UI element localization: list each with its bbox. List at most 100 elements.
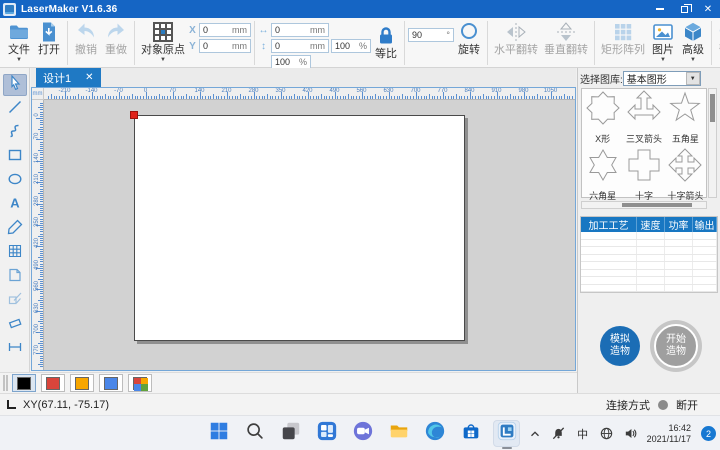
close-button[interactable]: ✕ <box>696 0 720 18</box>
color-swatch-red[interactable] <box>41 374 65 392</box>
canvas-viewport[interactable]: mm -210-140-7007014021028035042049056063… <box>31 87 576 371</box>
notification-badge[interactable]: 2 <box>701 426 716 441</box>
color-swatch-black[interactable] <box>12 374 36 392</box>
origin-handle[interactable] <box>130 111 138 119</box>
shape-item-three-way-arrow[interactable]: 三叉箭头 <box>623 89 664 146</box>
dimension-tool-button[interactable] <box>3 338 27 360</box>
taskbar-app-search[interactable] <box>241 420 268 447</box>
ruler-label: 70 <box>169 88 176 94</box>
speaker-icon[interactable] <box>623 426 639 442</box>
shape-item-cross[interactable]: 十字 <box>623 146 664 203</box>
gallery-horizontal-scrollbar[interactable] <box>581 201 707 209</box>
tab-close-icon[interactable]: ✕ <box>85 72 93 83</box>
undo-button[interactable]: 撤销 <box>71 20 101 57</box>
taskbar-app-start[interactable] <box>205 420 232 447</box>
y-input[interactable]: 0mm <box>199 39 251 53</box>
process-table-row[interactable] <box>581 285 717 293</box>
process-table-cell <box>693 255 717 262</box>
process-table-row[interactable] <box>581 247 717 255</box>
minimize-button[interactable] <box>648 0 672 18</box>
angle-input[interactable]: 90° <box>408 28 454 42</box>
process-table-row[interactable] <box>581 270 717 278</box>
shape-item-cross-arrow[interactable]: 十字箭头 <box>665 146 706 203</box>
network-globe-icon[interactable] <box>599 426 615 442</box>
dropdown-arrow-icon[interactable]: ▼ <box>686 72 700 85</box>
taskbar-app-file-explorer[interactable] <box>385 420 412 447</box>
minimize-icon <box>656 8 664 10</box>
process-table-row[interactable] <box>581 240 717 248</box>
advanced-button[interactable]: 高级 ▼ <box>678 20 708 64</box>
tab-design1[interactable]: 设计1 ✕ <box>36 68 101 87</box>
eraser-tool-button[interactable] <box>3 314 27 336</box>
height-input[interactable]: 0mm <box>271 39 329 53</box>
curve-tool-button[interactable] <box>3 122 27 144</box>
taskbar-app-chat[interactable] <box>349 420 376 447</box>
process-table-row[interactable] <box>581 277 717 285</box>
notification-muted-icon[interactable] <box>551 426 567 442</box>
library-select[interactable]: 基本图形 ▼ <box>623 71 701 86</box>
work-page[interactable] <box>134 115 465 341</box>
page-tool-button[interactable] <box>3 266 27 288</box>
text-tool-button[interactable]: A <box>3 194 27 216</box>
color-swatch-multi[interactable] <box>128 374 152 392</box>
file-button[interactable]: 文件 ▼ <box>4 20 34 64</box>
restore-button[interactable] <box>672 0 696 18</box>
ruler-tick <box>189 96 190 99</box>
process-table-row[interactable] <box>581 232 717 240</box>
width-input[interactable]: 0mm <box>271 23 329 37</box>
taskbar-app-store[interactable] <box>457 420 484 447</box>
process-table-row[interactable] <box>581 255 717 263</box>
image-button[interactable]: 图片 ▼ <box>648 20 678 64</box>
taskbar-app-lasermaker[interactable] <box>493 420 520 447</box>
ruler-tick <box>248 96 249 99</box>
ruler-tick <box>478 96 479 99</box>
ruler-tick <box>205 96 206 99</box>
palette-grip-handle[interactable] <box>3 375 8 391</box>
object-origin-button[interactable]: 对象原点 ▼ <box>138 20 188 64</box>
line-tool-button[interactable] <box>3 98 27 120</box>
scale-width-input[interactable]: 100% <box>331 39 371 53</box>
ellipse-tool-button[interactable] <box>3 170 27 192</box>
rectangle-tool-button[interactable] <box>3 146 27 168</box>
process-table-row[interactable] <box>581 262 717 270</box>
ruler-tick <box>324 96 325 99</box>
scrollbar-thumb[interactable] <box>710 94 715 122</box>
ime-indicator[interactable]: 中 <box>575 426 591 442</box>
taskbar-app-edge[interactable] <box>421 420 448 447</box>
scale-height-input[interactable]: 100% <box>271 55 311 69</box>
taskbar-app-widgets[interactable] <box>313 420 340 447</box>
flip-horizontal-button[interactable]: 水平翻转 <box>491 20 541 57</box>
taskbar-app-task-view[interactable] <box>277 420 304 447</box>
redo-button[interactable]: 重做 <box>101 20 131 57</box>
ruler-tick <box>40 223 43 224</box>
open-button[interactable]: 打开 <box>34 20 64 57</box>
process-table-header: 加工工艺速度功率输出 <box>581 217 717 232</box>
ruler-tick <box>40 234 43 235</box>
ruler-tick <box>100 96 101 99</box>
ruler-tick <box>372 96 373 99</box>
ruler-label: 280 <box>248 88 258 94</box>
x-input[interactable]: 0mm <box>199 23 251 37</box>
node-edit-tool-button[interactable] <box>3 290 27 312</box>
ruler-tick <box>264 96 265 99</box>
hidden-icons-chevron[interactable] <box>527 426 543 442</box>
color-swatch-orange[interactable] <box>70 374 94 392</box>
rect-array-button[interactable]: 矩形阵列 <box>598 20 648 57</box>
grid-tool-button[interactable] <box>3 242 27 264</box>
gallery-vertical-scrollbar[interactable] <box>708 88 717 198</box>
lock-ratio-button[interactable]: 等比 <box>371 20 401 61</box>
clock[interactable]: 16:42 2021/11/17 <box>647 423 691 445</box>
scrollbar-thumb[interactable] <box>622 203 692 207</box>
select-tool-button[interactable] <box>3 74 27 96</box>
rotate-button[interactable]: 旋转 <box>454 20 484 57</box>
simulate-button[interactable]: 模拟造物 <box>600 326 640 366</box>
pen-tool-button[interactable] <box>3 218 27 240</box>
shape-item-x-shape[interactable]: X形 <box>582 89 623 146</box>
shape-item-five-point-star[interactable]: 五角星 <box>665 89 706 146</box>
ruler-tick <box>202 96 203 99</box>
start-button[interactable]: 开始造物 <box>650 320 702 372</box>
flip-vertical-button[interactable]: 垂直翻转 <box>541 20 591 57</box>
color-swatch-blue[interactable] <box>99 374 123 392</box>
shape-item-six-point-star[interactable]: 六角星 <box>582 146 623 203</box>
help-button[interactable]: ? 帮助 ▼ <box>715 20 720 64</box>
